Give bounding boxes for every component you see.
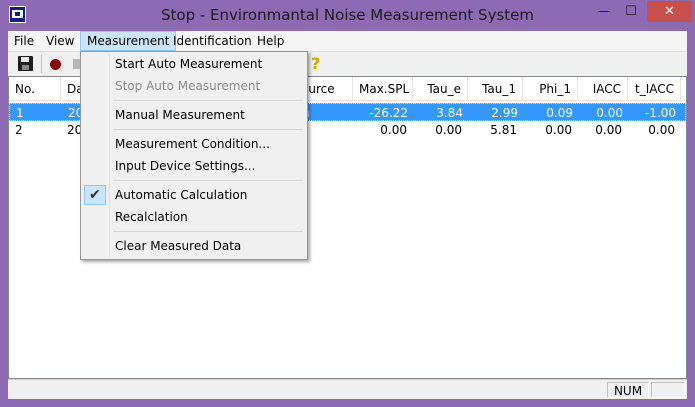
menu-help[interactable]: Help xyxy=(251,31,290,51)
column-header-tau-e[interactable]: Tau_e xyxy=(413,77,468,101)
cell-tau-e: 0.00 xyxy=(435,123,462,137)
save-button[interactable] xyxy=(16,54,36,74)
menu-file[interactable]: File xyxy=(8,31,40,51)
menu-item-stop-auto-measurement[interactable]: Stop Auto Measurement xyxy=(83,75,305,97)
checkmark-glyph: ✔ xyxy=(89,187,101,203)
cell-iacc: 0.00 xyxy=(596,106,623,120)
column-header-no[interactable]: No. xyxy=(9,77,61,101)
cell-t-iacc: -1.00 xyxy=(644,106,676,120)
menu-separator xyxy=(113,180,303,181)
status-bar: NUM xyxy=(8,379,687,399)
save-icon xyxy=(18,56,33,71)
cell-iacc: 0.00 xyxy=(595,123,622,137)
menu-identification[interactable]: Identification xyxy=(167,31,258,51)
menu-item-clear-measured-data[interactable]: Clear Measured Data xyxy=(83,235,305,257)
menu-bar: File View Measurement Identification Hel… xyxy=(8,31,687,51)
menu-item-automatic-calculation[interactable]: ✔ Automatic Calculation xyxy=(83,184,305,206)
record-icon xyxy=(50,59,61,70)
help-button[interactable]: ? xyxy=(308,54,328,74)
cell-no: 2 xyxy=(15,123,23,137)
cell-t-iacc: 0.00 xyxy=(648,123,675,137)
menu-item-start-auto-measurement[interactable]: Start Auto Measurement xyxy=(83,53,305,75)
status-num-lock: NUM xyxy=(607,382,649,398)
measurement-menu-dropdown: Start Auto Measurement Stop Auto Measure… xyxy=(80,51,308,260)
toolbar-separator xyxy=(41,55,42,73)
menu-item-manual-measurement[interactable]: Manual Measurement xyxy=(83,104,305,126)
cell-phi-1: 0.09 xyxy=(546,106,573,120)
menu-separator xyxy=(113,129,303,130)
status-pane-empty xyxy=(651,382,685,398)
menu-view[interactable]: View xyxy=(40,31,80,51)
menu-item-recalculation[interactable]: Recalclation xyxy=(83,206,305,228)
app-window: Stop - Environmantal Noise Measurement S… xyxy=(0,0,695,407)
close-button[interactable]: ✕ xyxy=(647,1,692,22)
column-header-iacc[interactable]: IACC xyxy=(578,77,628,101)
menu-item-measurement-condition[interactable]: Measurement Condition... xyxy=(83,133,305,155)
checkmark-icon: ✔ xyxy=(84,185,106,205)
menu-measurement[interactable]: Measurement xyxy=(80,31,177,51)
menu-item-label: Automatic Calculation xyxy=(115,188,248,202)
help-icon: ? xyxy=(311,54,320,73)
column-header-t-iacc[interactable]: t_IACC xyxy=(628,77,681,101)
maximize-button[interactable]: ☐ xyxy=(618,1,644,22)
cell-max-spl: 0.00 xyxy=(380,123,407,137)
cell-tau-1: 5.81 xyxy=(490,123,517,137)
cell-max-spl: -26.22 xyxy=(369,106,408,120)
column-header-tau-1[interactable]: Tau_1 xyxy=(468,77,523,101)
menu-item-input-device-settings[interactable]: Input Device Settings... xyxy=(83,155,305,177)
minimize-button[interactable]: — xyxy=(591,1,617,22)
column-header-max-spl[interactable]: Max.SPL xyxy=(353,77,413,101)
cell-no: 1 xyxy=(16,106,24,120)
record-button[interactable] xyxy=(46,54,66,74)
title-bar[interactable]: Stop - Environmantal Noise Measurement S… xyxy=(0,0,695,31)
column-header-phi-1[interactable]: Phi_1 xyxy=(523,77,578,101)
menu-separator xyxy=(113,100,303,101)
cell-tau-1: 2.99 xyxy=(491,106,518,120)
cell-tau-e: 3.84 xyxy=(436,106,463,120)
menu-separator xyxy=(113,231,303,232)
cell-phi-1: 0.00 xyxy=(545,123,572,137)
help-glyph: ? xyxy=(311,54,321,73)
